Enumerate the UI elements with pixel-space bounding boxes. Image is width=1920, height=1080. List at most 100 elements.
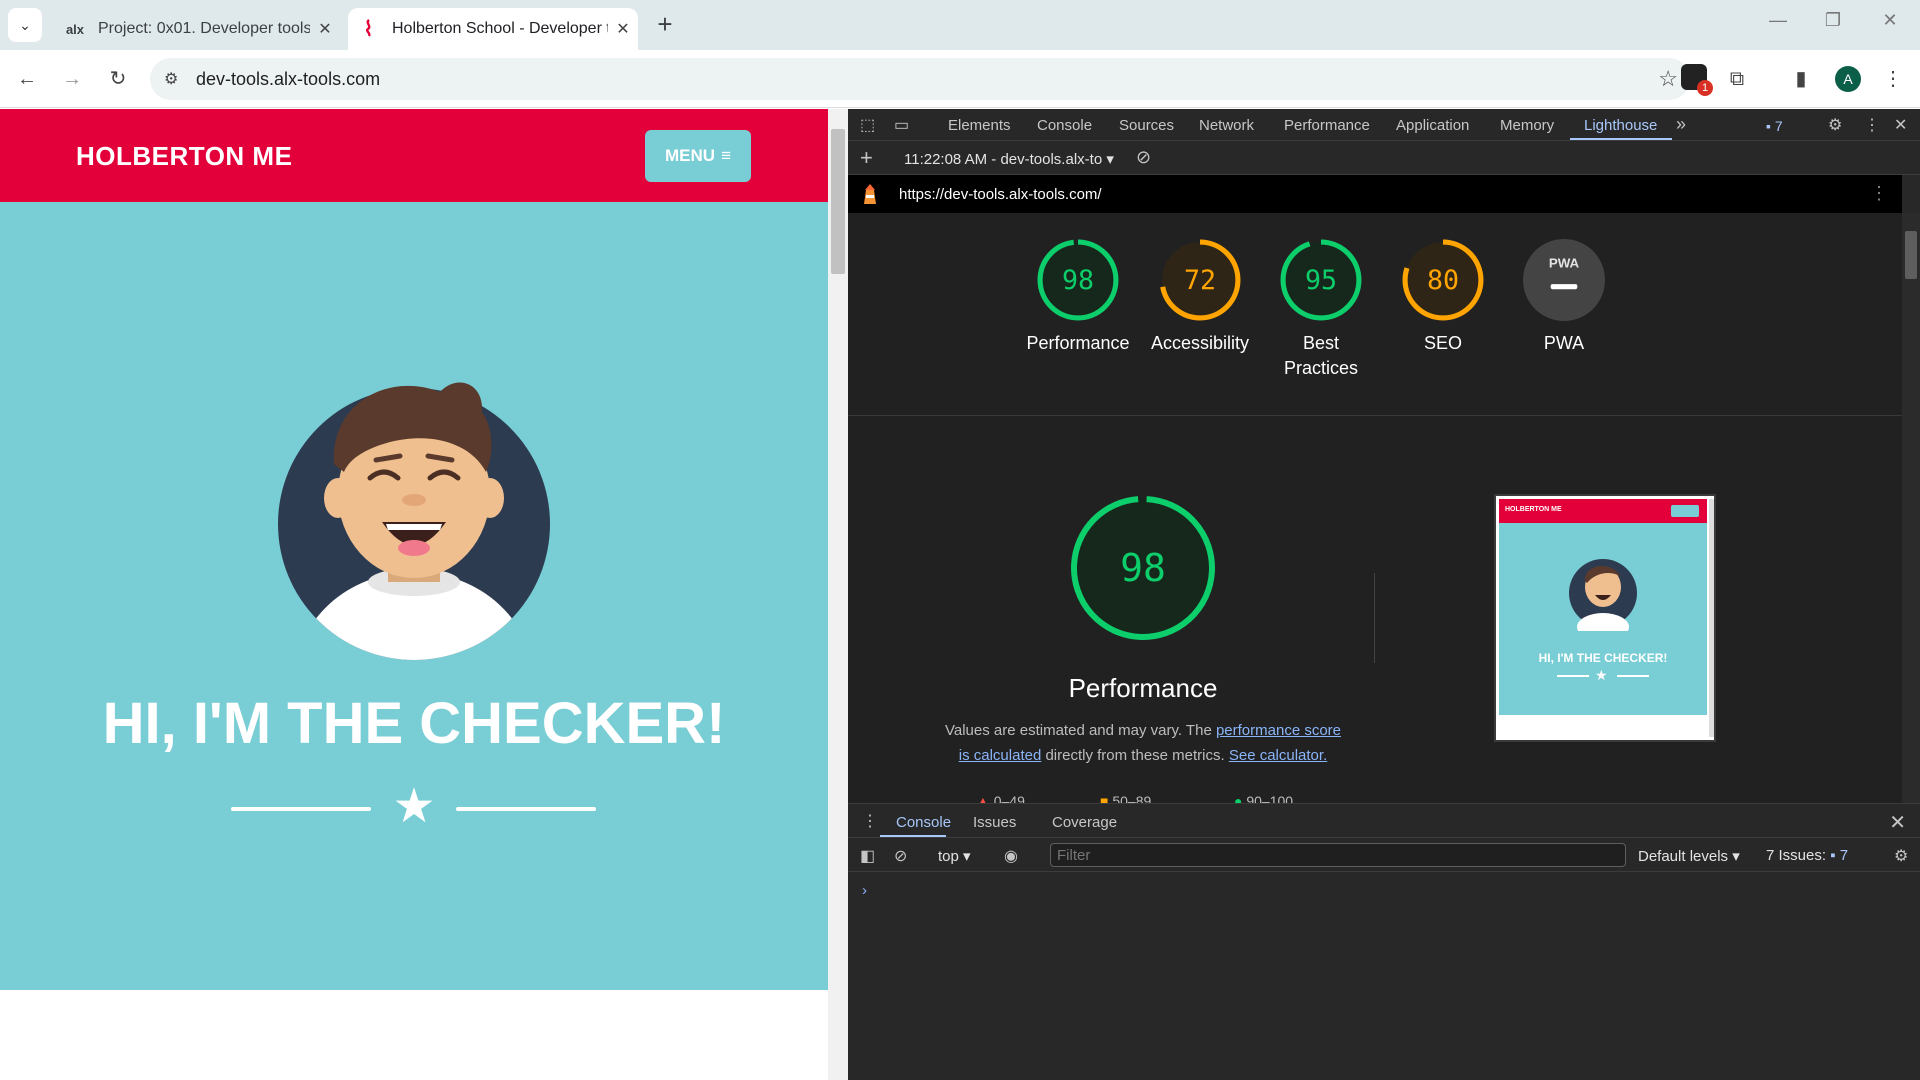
menu-label: MENU [665, 146, 716, 165]
legend-fail: ▲ 0–49 [976, 793, 1025, 803]
thumbnail-hero: HI, I'M THE CHECKER! ★ [1499, 523, 1707, 715]
drawer-tab-coverage[interactable]: Coverage [1052, 814, 1117, 831]
new-tab-button[interactable]: + [650, 10, 680, 40]
bookmark-star-icon[interactable]: ☆ [1658, 66, 1678, 92]
performance-title: Performance [1068, 673, 1218, 703]
drawer-tab-console[interactable]: Console [896, 814, 951, 831]
report-scrollbar[interactable] [1902, 213, 1920, 803]
legend-average-range: 50–89 [1112, 793, 1152, 803]
menu-button[interactable]: MENU ≡ [645, 130, 751, 182]
console-settings-icon[interactable]: ⚙ [1894, 846, 1908, 866]
site-settings-icon[interactable]: ⚙ [164, 69, 178, 89]
live-expression-eye-icon[interactable]: ◉ [1004, 846, 1018, 866]
devtools-tab-lighthouse[interactable]: Lighthouse [1584, 117, 1657, 134]
score-label: Best Practices [1283, 333, 1359, 378]
issues-badge[interactable]: ▪ 7 [1766, 118, 1783, 134]
sidebar-toggle-icon[interactable]: ◧ [860, 846, 875, 866]
performance-note-prefix: Values are estimated and may vary. The [944, 722, 1216, 739]
devtools-menu-icon[interactable]: ⋮ [1864, 115, 1880, 135]
hero-section: HI, I'M THE CHECKER! ★ [0, 202, 828, 990]
report-scrollbar-thumb[interactable] [1905, 231, 1917, 279]
reload-icon[interactable]: ↻ [103, 64, 133, 94]
profile-avatar[interactable]: A [1835, 66, 1861, 92]
lighthouse-url-bar: https://dev-tools.alx-tools.com/ ⋮ [848, 175, 1902, 213]
close-devtools-icon[interactable]: ✕ [1894, 115, 1907, 135]
extension-badge-count: 1 [1697, 80, 1713, 96]
score-gauge-best-practices[interactable]: 95 Best Practices [1261, 239, 1381, 381]
console-filter-input[interactable] [1050, 843, 1626, 867]
report-selector[interactable]: 11:22:08 AM - dev-tools.alx-to ▾ [904, 150, 1114, 168]
tab-search-button[interactable]: ⌄ [8, 8, 42, 42]
chevron-down-icon: ⌄ [19, 16, 31, 33]
score-value: PWA [1549, 256, 1580, 271]
devtools-tab-network[interactable]: Network [1199, 117, 1254, 134]
close-window-icon[interactable]: ✕ [1870, 10, 1910, 40]
devtools-tab-application[interactable]: Application [1396, 117, 1469, 134]
clear-reports-icon[interactable]: ⊘ [1136, 147, 1151, 168]
thumbnail-divider-left [1557, 675, 1589, 677]
context-selector[interactable]: top ▾ [938, 847, 971, 865]
lighthouse-logo-icon [864, 184, 876, 204]
thumbnail-star-icon: ★ [1595, 667, 1608, 683]
performance-note-middle: directly from these metrics. [1041, 747, 1229, 764]
devtools-panel: ⬚ ▭ Elements Console Sources Network Per… [848, 109, 1920, 1080]
devtools-tab-elements[interactable]: Elements [948, 117, 1011, 134]
inspect-element-icon[interactable]: ⬚ [860, 115, 875, 135]
report-url[interactable]: https://dev-tools.alx-tools.com/ [899, 186, 1102, 203]
address-bar[interactable]: ⚙ dev-tools.alx-tools.com ☆ [150, 58, 1690, 100]
devtools-tab-console[interactable]: Console [1037, 117, 1092, 134]
console-issues-link[interactable]: 7 Issues: ▪ 7 [1766, 847, 1848, 864]
message-icon: ▪ [1830, 847, 1836, 864]
webpage-viewport: HOLBERTON ME MENU ≡ HI, I'M THE CHECKER!… [0, 109, 828, 1080]
extension-icon[interactable]: 1 [1681, 64, 1713, 96]
settings-gear-icon[interactable]: ⚙ [1828, 115, 1842, 135]
minimize-icon[interactable]: — [1758, 10, 1798, 40]
device-toolbar-icon[interactable]: ▭ [894, 115, 909, 135]
score-gauge-seo[interactable]: 80 SEO [1383, 239, 1503, 356]
score-gauge-performance[interactable]: 98 Performance [1018, 239, 1138, 356]
score-gauge-accessibility[interactable]: 72 Accessibility [1140, 239, 1260, 356]
square-icon: ■ [1100, 793, 1109, 803]
performance-big-gauge: 98 [1071, 496, 1215, 640]
drawer-tab-issues[interactable]: Issues [973, 814, 1016, 831]
gauge-separator [848, 415, 1902, 416]
triangle-icon: ▲ [976, 793, 990, 803]
forward-icon[interactable]: → [57, 64, 87, 94]
browser-menu-icon[interactable]: ⋮ [1878, 64, 1908, 94]
browser-tab-project[interactable]: alx Project: 0x01. Developer tools | ✕ [54, 8, 340, 50]
close-tab-icon[interactable]: ✕ [310, 19, 340, 39]
tab-strip: ⌄ alx Project: 0x01. Developer tools | ✕… [0, 0, 1920, 50]
browser-tab-holberton[interactable]: Holberton School - Developer t ✕ [348, 8, 638, 50]
page-scrollbar-thumb[interactable] [831, 129, 845, 274]
close-tab-icon[interactable]: ✕ [608, 19, 638, 39]
log-levels-dropdown[interactable]: Default levels ▾ [1638, 847, 1740, 865]
report-menu-icon[interactable]: ⋮ [1870, 183, 1888, 204]
hero-title: HI, I'M THE CHECKER! [102, 691, 726, 756]
browser-toolbar: ← → ↻ ⚙ dev-tools.alx-tools.com ☆ [0, 50, 1920, 108]
site-logo[interactable]: HOLBERTON ME [76, 141, 292, 172]
side-panel-icon[interactable]: ▮ [1786, 64, 1816, 94]
final-screenshot-thumbnail[interactable]: HOLBERTON ME HI, I'M THE CHECKER! ★ [1494, 494, 1716, 742]
page-scrollbar[interactable] [828, 109, 848, 1080]
lighthouse-toolbar: + 11:22:08 AM - dev-tools.alx-to ▾ ⊘ [848, 141, 1920, 175]
console-issues-count: 7 [1839, 847, 1849, 864]
more-tabs-icon[interactable]: » [1676, 114, 1686, 135]
hamburger-icon: ≡ [721, 146, 731, 165]
tab-title: Project: 0x01. Developer tools | [98, 20, 310, 37]
extensions-puzzle-icon[interactable]: ⧉ [1722, 64, 1752, 94]
drawer-menu-icon[interactable]: ⋮ [862, 811, 878, 831]
devtools-tab-memory[interactable]: Memory [1500, 117, 1554, 134]
devtools-tab-performance[interactable]: Performance [1284, 117, 1370, 134]
clear-console-icon[interactable]: ⊘ [894, 846, 907, 866]
back-icon[interactable]: ← [12, 64, 42, 94]
new-report-icon[interactable]: + [860, 145, 873, 171]
restore-icon[interactable]: ❐ [1813, 10, 1853, 40]
avatar-illustration [278, 382, 550, 660]
score-gauge-pwa[interactable]: PWA PWA [1504, 239, 1624, 356]
address-url[interactable]: dev-tools.alx-tools.com [196, 69, 380, 90]
see-calculator-link[interactable]: See calculator. [1229, 747, 1327, 764]
console-prompt[interactable]: › [862, 882, 867, 899]
close-drawer-icon[interactable]: ✕ [1889, 810, 1906, 835]
devtools-tab-sources[interactable]: Sources [1119, 117, 1174, 134]
console-issues-label: 7 Issues: [1766, 847, 1827, 864]
